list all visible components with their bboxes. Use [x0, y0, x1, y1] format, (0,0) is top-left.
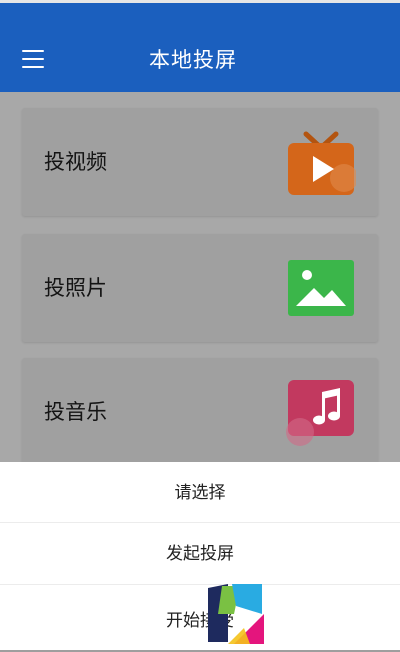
sheet-title: 请选择 — [174, 483, 226, 503]
cast-video-card[interactable]: 投视频 — [22, 108, 378, 216]
music-note-icon — [286, 380, 354, 446]
cast-music-label: 投音乐 — [44, 400, 107, 424]
tv-play-icon — [288, 131, 356, 195]
app-header: 本地投屏 — [0, 0, 400, 92]
cast-photo-card[interactable]: 投照片 — [22, 234, 378, 342]
page-title: 本地投屏 — [149, 48, 237, 72]
image-mountain-icon — [288, 260, 354, 316]
start-receive-option[interactable]: 开始接受 — [0, 590, 400, 652]
cast-video-label: 投视频 — [44, 150, 107, 174]
status-strip — [0, 0, 400, 3]
cast-music-card[interactable]: 投音乐 — [22, 358, 378, 466]
cast-photo-label: 投照片 — [44, 276, 107, 300]
watermark-logo-icon — [208, 584, 264, 644]
start-cast-option[interactable]: 发起投屏 — [0, 523, 400, 585]
sheet-divider — [0, 584, 400, 585]
action-sheet: 请选择 发起投屏 开始接受 — [0, 462, 400, 650]
